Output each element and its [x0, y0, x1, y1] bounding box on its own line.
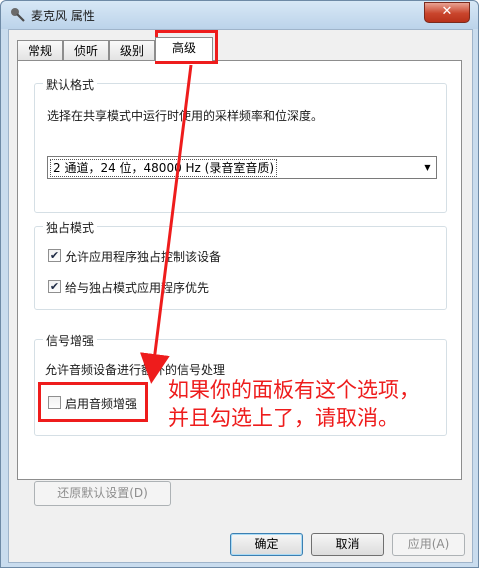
tab-advanced[interactable]: 高级: [155, 37, 213, 61]
annotation-line-2: 并且勾选上了，请取消。: [168, 404, 399, 432]
annotation-line-1: 如果你的面板有这个选项，: [168, 376, 420, 404]
properties-window: 麦克风 属性 ✕ 常规 侦听 级别 高级 默认格式 选择在共享模式中运行时使用的…: [0, 0, 479, 568]
annotation-arrow-icon: [139, 64, 193, 384]
